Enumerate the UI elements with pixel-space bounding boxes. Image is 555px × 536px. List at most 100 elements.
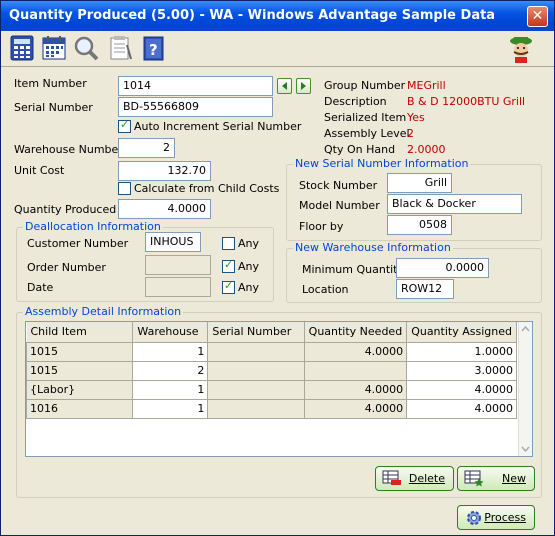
calculate-child-costs-label: Calculate from Child Costs — [134, 182, 280, 195]
stock-number-field[interactable]: Grill — [387, 173, 452, 193]
svg-text:?: ? — [149, 41, 158, 59]
assembly-table: Child Item Warehouse Serial Number Quant… — [26, 322, 517, 419]
cell[interactable] — [207, 379, 305, 400]
cell[interactable]: 2 — [132, 360, 209, 381]
column-header[interactable]: Child Item — [26, 322, 134, 343]
auto-increment-checkbox[interactable] — [118, 118, 131, 133]
cell[interactable]: 4.0000 — [303, 341, 408, 362]
date-field[interactable] — [145, 277, 211, 297]
description-value: B & D 12000BTU Grill — [407, 95, 526, 108]
cell[interactable]: 4.0000 — [406, 398, 517, 419]
cell[interactable]: 4.0000 — [406, 379, 517, 400]
unit-cost-label: Unit Cost — [14, 164, 65, 177]
customer-number-field[interactable]: INHOUS — [145, 232, 201, 252]
serial-info-title: New Serial Number Information — [293, 157, 471, 170]
window-title: Quantity Produced (5.00) - WA - Windows … — [9, 8, 496, 23]
calculator-icon[interactable] — [9, 35, 35, 61]
minimum-quantity-label: Minimum Quantity — [302, 263, 405, 276]
qty-on-hand-label: Qty On Hand — [324, 143, 396, 156]
floor-by-field[interactable]: 0508 — [387, 215, 452, 235]
delete-icon — [382, 470, 402, 487]
serialized-item-value: Yes — [407, 111, 425, 124]
order-number-field[interactable] — [145, 255, 211, 275]
previous-item-button[interactable] — [277, 78, 292, 94]
cell[interactable]: 1015 — [26, 360, 134, 381]
assembly-detail-title: Assembly Detail Information — [23, 305, 184, 318]
quantity-produced-field[interactable]: 4.0000 — [118, 199, 211, 219]
floor-by-label: Floor by — [299, 220, 344, 233]
column-header[interactable]: Quantity Assigned — [406, 322, 517, 343]
gear-icon — [464, 509, 484, 526]
new-button[interactable]: New — [457, 466, 535, 491]
cell[interactable] — [207, 341, 305, 362]
table-row[interactable]: 1016 1 4.0000 4.0000 — [26, 398, 517, 419]
date-any-label: Any — [238, 281, 260, 294]
group-number-label: Group Number — [324, 79, 406, 92]
column-header[interactable]: Warehouse — [132, 322, 209, 343]
cell[interactable]: 1015 — [26, 341, 134, 362]
toolbar: ? — [1, 31, 554, 67]
cell[interactable] — [207, 360, 305, 381]
next-item-button[interactable] — [296, 78, 311, 94]
serialized-item-label: Serialized Item — [324, 111, 407, 124]
title-bar: Quantity Produced (5.00) - WA - Windows … — [1, 1, 554, 31]
new-row-icon — [464, 470, 484, 487]
assembly-header-row: Child Item Warehouse Serial Number Quant… — [26, 322, 517, 343]
search-icon[interactable] — [73, 35, 99, 61]
serial-number-label: Serial Number — [14, 101, 93, 114]
order-any-label: Any — [238, 260, 260, 273]
item-number-field[interactable]: 1014 — [118, 76, 273, 96]
calendar-icon[interactable] — [41, 35, 67, 61]
table-row[interactable]: 1015 1 4.0000 1.0000 — [26, 341, 517, 362]
quantity-produced-label: Quantity Produced — [14, 203, 117, 216]
qty-on-hand-value: 2.0000 — [407, 143, 446, 156]
serial-number-field[interactable]: BD-55566809 — [118, 97, 273, 117]
customer-any-label: Any — [238, 237, 260, 250]
model-number-field[interactable]: Black & Docker — [387, 194, 522, 214]
description-label: Description — [324, 95, 387, 108]
cell[interactable]: 1 — [132, 398, 209, 419]
cell[interactable] — [207, 398, 305, 419]
cell[interactable]: {Labor} — [26, 379, 134, 400]
cell[interactable]: 1016 — [26, 398, 134, 419]
help-icon[interactable]: ? — [140, 35, 166, 61]
location-label: Location — [302, 283, 349, 296]
calculate-child-costs-checkbox[interactable] — [118, 182, 131, 195]
warehouse-number-label: Warehouse Number — [14, 143, 123, 156]
assembly-level-value: 2 — [407, 127, 414, 140]
delete-button[interactable]: Delete — [375, 466, 454, 491]
assembly-detail-grid[interactable]: Child Item Warehouse Serial Number Quant… — [25, 321, 533, 457]
new-label: New — [502, 472, 526, 485]
date-any-checkbox[interactable] — [222, 279, 235, 294]
order-number-label: Order Number — [27, 261, 106, 274]
cell[interactable] — [303, 360, 408, 381]
unit-cost-field[interactable]: 132.70 — [118, 161, 211, 181]
table-row[interactable]: 1015 2 3.0000 — [26, 360, 517, 381]
warehouse-number-field[interactable]: 2 — [118, 138, 175, 158]
date-label: Date — [27, 281, 54, 294]
item-number-label: Item Number — [14, 77, 87, 90]
cell[interactable]: 3.0000 — [406, 360, 517, 381]
customer-any-checkbox[interactable] — [222, 237, 235, 250]
order-any-checkbox[interactable] — [222, 258, 235, 273]
location-field[interactable]: ROW12 — [396, 279, 454, 299]
process-button[interactable]: Process — [457, 505, 535, 530]
column-header[interactable]: Serial Number — [207, 322, 305, 343]
mascot-icon — [506, 35, 536, 63]
cell[interactable]: 1 — [132, 379, 209, 400]
column-header[interactable]: Quantity Needed — [304, 322, 408, 343]
table-row[interactable]: {Labor} 1 4.0000 4.0000 — [26, 379, 517, 400]
grid-scrollbar[interactable] — [518, 322, 532, 456]
notes-icon[interactable] — [107, 35, 133, 61]
process-label: Process — [484, 511, 526, 524]
cell[interactable]: 4.0000 — [303, 398, 408, 419]
warehouse-info-title: New Warehouse Information — [293, 241, 453, 254]
cell[interactable]: 1.0000 — [406, 341, 517, 362]
cell[interactable]: 4.0000 — [303, 379, 408, 400]
close-button[interactable]: ✕ — [527, 6, 548, 27]
group-number-value: MEGrill — [407, 79, 446, 92]
customer-number-label: Customer Number — [27, 237, 129, 250]
minimum-quantity-field[interactable]: 0.0000 — [396, 258, 489, 278]
cell[interactable]: 1 — [132, 341, 209, 362]
assembly-level-label: Assembly Level — [324, 127, 410, 140]
